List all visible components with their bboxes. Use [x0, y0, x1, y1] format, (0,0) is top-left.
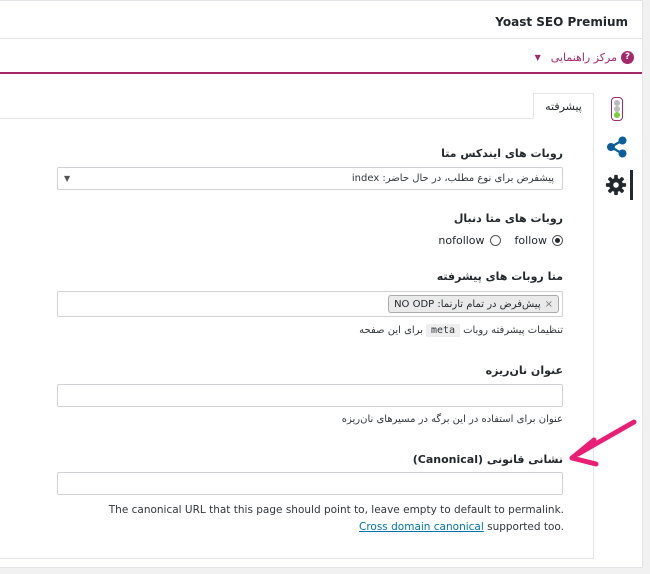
- meta-robots-follow-radios: follow nofollow: [438, 234, 563, 247]
- meta-robots-index-value: پیشفرض برای نوع مطلب، در حال حاضر: index: [351, 173, 554, 184]
- desc-before-text: تنظیمات پیشرفته روبات: [463, 325, 563, 336]
- meta-robots-index-label: روبات های ایندکس متا: [441, 147, 563, 160]
- title-divider: [0, 38, 642, 39]
- desc-after-text: برای این صفحه: [359, 325, 423, 336]
- chevron-down-icon: ▼: [64, 174, 71, 183]
- brand-divider: [0, 72, 642, 74]
- breadcrumb-title-label: عنوان نان‌ریزه: [485, 364, 563, 377]
- canonical-label: نشانی قانونی (Canonical): [412, 453, 563, 466]
- metabox-title: Yoast SEO Premium: [495, 15, 628, 29]
- caret-down-icon: ▼: [534, 52, 541, 62]
- selected-tag-label: پیش‌فرض در تمام تارنما: NO ODP: [394, 298, 541, 310]
- canonical-help-after: supported too.: [483, 521, 564, 533]
- remove-tag-icon[interactable]: ×: [545, 299, 553, 310]
- meta-robots-advanced-desc: تنظیمات پیشرفته روباتmetaبرای این صفحه: [359, 324, 563, 337]
- radio-nofollow[interactable]: nofollow: [438, 234, 501, 247]
- breadcrumb-title-input[interactable]: [57, 384, 563, 407]
- meta-robots-advanced-label: متا روبات های پیشرفته: [436, 270, 563, 283]
- canonical-url-input[interactable]: [57, 472, 563, 495]
- selected-tag: × پیش‌فرض در تمام تارنما: NO ODP: [388, 295, 559, 313]
- radio-nofollow-label: nofollow: [438, 234, 485, 247]
- canonical-help-text: The canonical URL that this page should …: [108, 504, 564, 516]
- radio-follow-circle[interactable]: [552, 235, 563, 246]
- nav-readability[interactable]: [601, 94, 633, 124]
- radio-follow-label: follow: [514, 234, 547, 247]
- help-center-toggle[interactable]: ? مرکز راهنمایی ▼: [535, 48, 634, 66]
- tab-advanced[interactable]: پیشرفته: [533, 93, 594, 119]
- nav-advanced[interactable]: [601, 170, 633, 200]
- question-circle-icon: ?: [621, 50, 634, 64]
- traffic-light-icon: [611, 97, 623, 121]
- gear-icon: [605, 174, 626, 196]
- meta-robots-advanced-multiselect[interactable]: × پیش‌فرض در تمام تارنما: NO ODP: [57, 291, 563, 317]
- breadcrumb-title-desc: عنوان برای استفاده در این برگه در مسیرها…: [341, 414, 563, 425]
- share-icon: [607, 136, 627, 158]
- radio-nofollow-circle[interactable]: [489, 235, 501, 246]
- meta-robots-index-select[interactable]: پیشفرض برای نوع مطلب، در حال حاضر: index…: [57, 167, 563, 190]
- canonical-help: The canonical URL that this page should …: [78, 502, 564, 536]
- radio-follow[interactable]: follow: [515, 234, 563, 247]
- cross-domain-canonical-link[interactable]: Cross domain canonical: [359, 521, 484, 533]
- help-center-label: مرکز راهنمایی: [550, 50, 617, 64]
- meta-robots-follow-label: روبات های متا دنبال: [453, 212, 563, 225]
- nav-social[interactable]: [601, 132, 633, 162]
- meta-code: meta: [425, 324, 461, 337]
- annotation-arrow-icon: [569, 419, 637, 467]
